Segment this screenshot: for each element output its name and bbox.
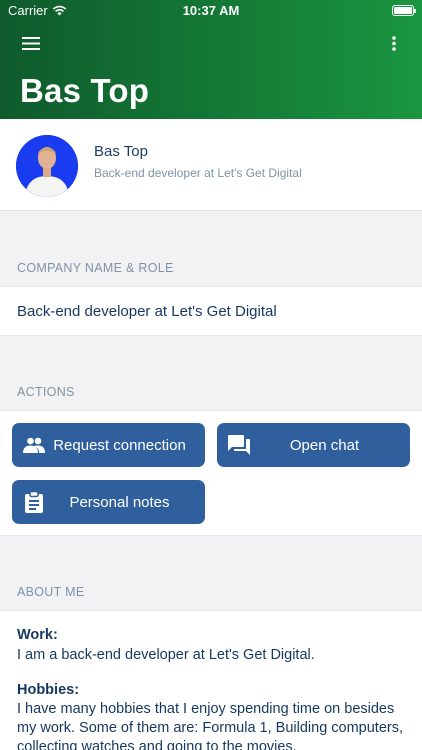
battery-icon <box>392 5 416 16</box>
status-time: 10:37 AM <box>182 3 240 18</box>
people-icon <box>22 434 46 456</box>
personal-notes-button[interactable]: Personal notes <box>12 480 205 524</box>
company-row: Back-end developer at Let's Get Digital <box>0 286 422 336</box>
more-options-button[interactable] <box>384 30 404 56</box>
hobbies-text: I have many hobbies that I enjoy spendin… <box>17 701 404 750</box>
request-connection-button[interactable]: Request connection <box>12 423 205 467</box>
avatar[interactable] <box>16 135 78 197</box>
app-header: Carrier 10:37 AM Bas Top <box>0 0 422 119</box>
work-heading: Work: <box>17 627 58 643</box>
chat-icon <box>227 434 251 456</box>
page-title: Bas Top <box>20 72 150 109</box>
profile-photo-icon <box>16 135 78 197</box>
profile-card: Bas Top Back-end developer at Let's Get … <box>0 119 422 211</box>
hobbies-heading: Hobbies: <box>17 682 80 698</box>
open-chat-button[interactable]: Open chat <box>217 423 410 467</box>
more-vertical-icon <box>392 35 396 51</box>
company-role-value: Back-end developer at Let's Get Digital <box>17 303 277 320</box>
about-section-label: ABOUT ME <box>17 585 85 599</box>
company-section-label: COMPANY NAME & ROLE <box>17 261 174 275</box>
profile-name: Bas Top <box>94 143 148 160</box>
actions-section-label: ACTIONS <box>17 385 75 399</box>
actions-panel: Request connection Open chat Personal no… <box>0 410 422 536</box>
clipboard-icon <box>22 491 46 513</box>
work-text: I am a back-end developer at Let's Get D… <box>17 647 315 663</box>
menu-button[interactable] <box>14 30 48 56</box>
status-bar: Carrier 10:37 AM <box>0 0 422 22</box>
hamburger-menu-icon <box>22 36 40 50</box>
about-panel: Work: I am a back-end developer at Let's… <box>0 610 422 750</box>
profile-role: Back-end developer at Let's Get Digital <box>94 166 302 180</box>
